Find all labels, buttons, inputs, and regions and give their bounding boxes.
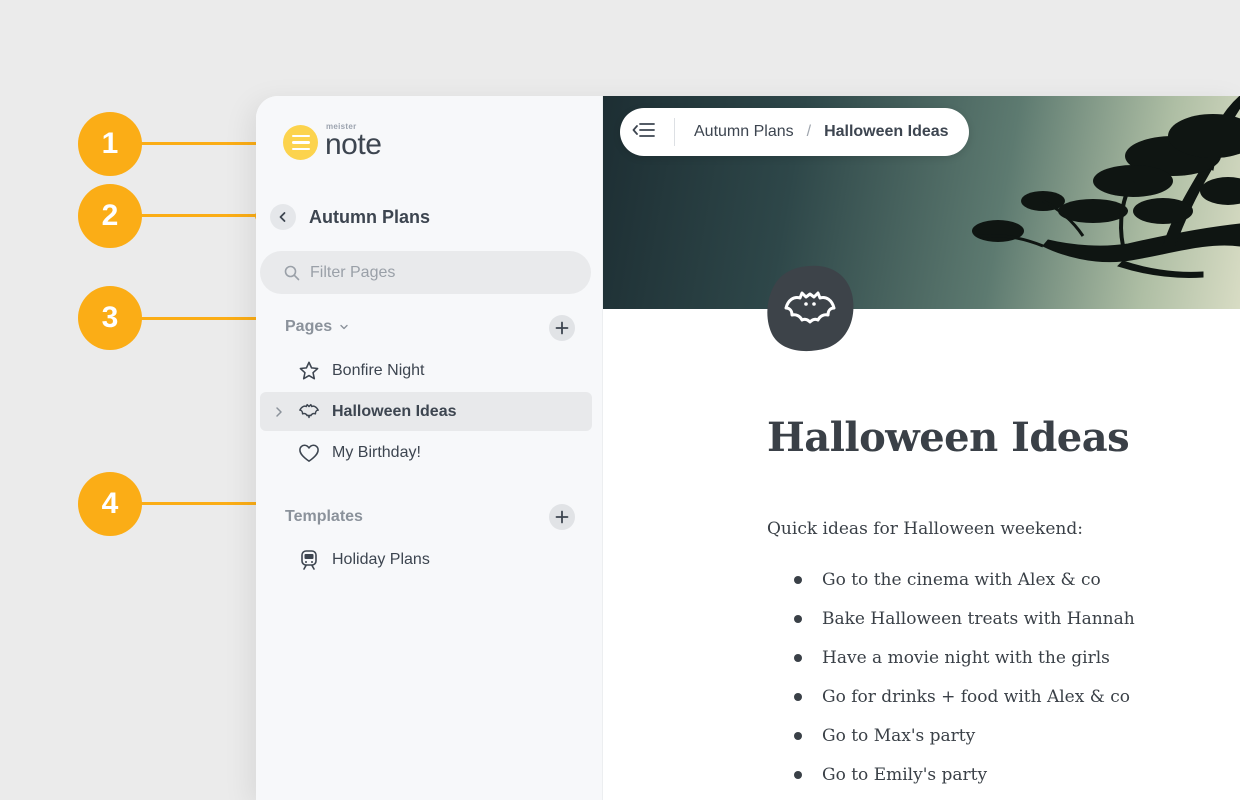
heart-icon [298,442,320,464]
breadcrumb-item-halloween-ideas[interactable]: Halloween Ideas [824,123,949,141]
bullet [794,771,802,779]
list-item-text: Bake Halloween treats with Hannah [822,609,1135,629]
list-item-text: Go to Max's party [822,726,976,746]
callout-2: 2 [78,184,142,248]
add-page-button[interactable] [549,315,575,341]
intro-text[interactable]: Quick ideas for Halloween weekend: [767,519,1083,539]
page-item-my-birthday[interactable]: My Birthday! [260,433,592,472]
bullet [794,615,802,623]
callout-line-1 [140,142,270,145]
callout-3: 3 [78,286,142,350]
list-item[interactable]: Go to Max's party [794,726,1135,765]
bullet [794,576,802,584]
ideas-list: Go to the cinema with Alex & co Bake Hal… [794,570,1135,800]
callout-4: 4 [78,472,142,536]
page-item-label: Halloween Ideas [332,402,457,420]
main-content: Autumn Plans / Halloween Ideas Halloween… [603,96,1240,800]
back-button[interactable] [270,204,296,230]
bullet [794,654,802,662]
callout-1: 1 [78,112,142,176]
templates-section-label: Templates [285,508,363,525]
template-item-holiday-plans[interactable]: Holiday Plans [260,540,592,579]
chevron-left-icon [279,212,286,222]
template-item-label: Holiday Plans [332,550,430,568]
chevron-right-icon[interactable] [260,406,298,418]
train-icon [298,549,320,571]
bullet [794,693,802,701]
space-title: Autumn Plans [309,206,431,227]
space-header: Autumn Plans [270,204,430,230]
page-item-label: Bonfire Night [332,361,425,379]
breadcrumb: Autumn Plans / Halloween Ideas [620,108,969,156]
chevron-down-icon [340,324,348,330]
list-item[interactable]: Have a movie night with the girls [794,648,1135,687]
list-item-text: Go to the cinema with Alex & co [822,570,1101,590]
page-title[interactable]: Halloween Ideas [767,414,1130,461]
logo-mark-icon [283,125,318,160]
list-item-text: Go to Emily's party [822,765,988,785]
pages-section-label: Pages [285,318,333,335]
list-item-text: Go for drinks + food with Alex & co [822,687,1131,707]
list-item[interactable]: Go to Emily's party [794,765,1135,800]
bullet [794,732,802,740]
plus-icon [555,321,569,335]
templates-section-header[interactable]: Templates [285,508,363,526]
page-bat-icon[interactable] [765,264,855,354]
pages-section-header[interactable]: Pages [285,318,349,336]
cover-image[interactable]: Autumn Plans / Halloween Ideas [603,96,1240,309]
app-window: meister note Autumn Plans Pages [256,96,1240,800]
breadcrumb-separator: / [806,123,812,140]
collapse-sidebar-icon[interactable] [632,121,656,144]
sidebar: meister note Autumn Plans Pages [256,96,603,800]
star-icon [298,360,320,382]
page-item-bonfire-night[interactable]: Bonfire Night [260,351,592,390]
list-item[interactable]: Go to the cinema with Alex & co [794,570,1135,609]
search-icon [284,265,300,280]
add-template-button[interactable] [549,504,575,530]
page-item-halloween-ideas[interactable]: Halloween Ideas [260,392,592,431]
plus-icon [555,510,569,524]
logo[interactable]: meister note [283,122,382,160]
breadcrumb-item-autumn-plans[interactable]: Autumn Plans [694,123,794,141]
callout-line-2 [140,214,262,217]
list-item[interactable]: Go for drinks + food with Alex & co [794,687,1135,726]
list-item-text: Have a movie night with the girls [822,648,1110,668]
filter-pages-input[interactable] [310,263,570,282]
filter-pages [260,251,591,294]
bat-icon [298,401,320,423]
logo-small-text: meister [326,122,357,131]
list-item[interactable]: Bake Halloween treats with Hannah [794,609,1135,648]
breadcrumb-divider [674,118,675,146]
page-item-label: My Birthday! [332,443,421,461]
